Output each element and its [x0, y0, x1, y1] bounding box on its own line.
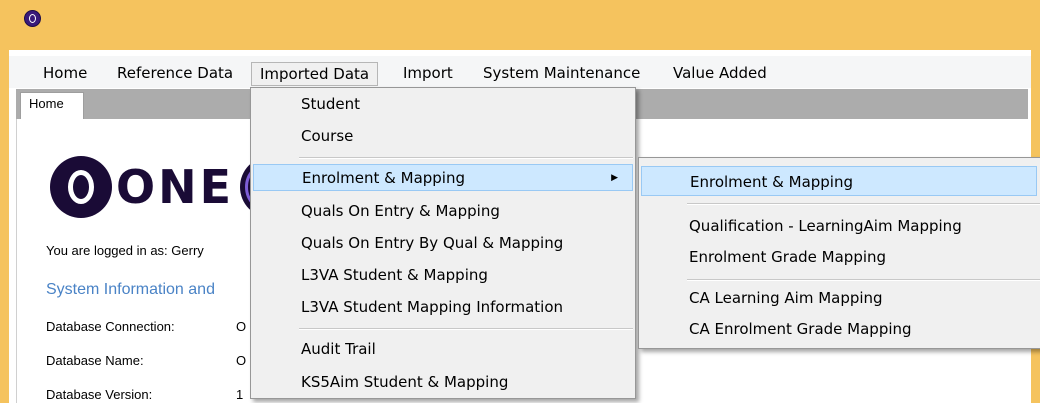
menu-separator	[299, 157, 633, 159]
submenu-separator	[687, 279, 1040, 281]
db-name-value: O	[236, 353, 247, 368]
menu-system-maintenance[interactable]: System Maintenance	[475, 62, 648, 86]
db-version-value: 1	[236, 387, 244, 402]
menu-item-student[interactable]: Student	[253, 91, 633, 118]
menu-bar: Home Reference Data Imported Data Import…	[9, 56, 1031, 88]
db-connection-value: O	[236, 319, 247, 334]
submenu-enrolment-mapping[interactable]: Enrolment & Mapping	[641, 166, 1037, 196]
window-frame-left	[0, 50, 9, 403]
menu-item-quals-by-qual[interactable]: Quals On Entry By Qual & Mapping	[253, 230, 633, 257]
app-icon[interactable]	[24, 10, 41, 27]
menu-item-audit-trail[interactable]: Audit Trail	[253, 336, 633, 363]
menu-item-enrolment-mapping-label: Enrolment & Mapping	[302, 169, 466, 187]
enrolment-submenu: Enrolment & Mapping Qualification - Lear…	[638, 157, 1040, 349]
menu-separator	[299, 328, 633, 330]
submenu-qualification-learningaim[interactable]: Qualification - LearningAim Mapping	[641, 211, 1040, 241]
system-info-heading: System Information and	[46, 281, 215, 298]
menu-import[interactable]: Import	[395, 62, 461, 86]
db-connection-label: Database Connection:	[46, 319, 175, 334]
menu-item-ks5aim-student[interactable]: KS5Aim Student & Mapping	[253, 369, 633, 396]
submenu-enrolment-grade[interactable]: Enrolment Grade Mapping	[641, 242, 1040, 272]
db-version-label: Database Version:	[46, 387, 153, 402]
menu-home[interactable]: Home	[35, 62, 95, 86]
menu-item-quals-on-entry[interactable]: Quals On Entry & Mapping	[253, 198, 633, 225]
imported-data-dropdown: Student Course Enrolment & Mapping ▶ Qua…	[250, 87, 636, 399]
logged-in-label: You are logged in as: Gerry	[46, 243, 204, 258]
logo-o-mark	[50, 156, 112, 218]
menu-reference-data[interactable]: Reference Data	[109, 62, 241, 86]
submenu-arrow-icon: ▶	[611, 173, 618, 183]
logo-text: ONE	[116, 160, 235, 214]
submenu-separator	[687, 203, 1040, 205]
menu-item-course[interactable]: Course	[253, 123, 633, 150]
submenu-ca-enrolment-grade[interactable]: CA Enrolment Grade Mapping	[641, 314, 1040, 344]
menu-item-enrolment-mapping[interactable]: Enrolment & Mapping ▶	[253, 164, 633, 191]
submenu-ca-learning-aim[interactable]: CA Learning Aim Mapping	[641, 283, 1040, 313]
menu-item-l3va-mapping-info[interactable]: L3VA Student Mapping Information	[253, 294, 633, 321]
title-bar	[0, 0, 1040, 50]
menu-value-added[interactable]: Value Added	[665, 62, 775, 86]
menu-imported-data[interactable]: Imported Data	[251, 62, 379, 86]
db-name-label: Database Name:	[46, 353, 144, 368]
menu-item-l3va-student[interactable]: L3VA Student & Mapping	[253, 262, 633, 289]
tab-home[interactable]: Home	[20, 92, 84, 119]
